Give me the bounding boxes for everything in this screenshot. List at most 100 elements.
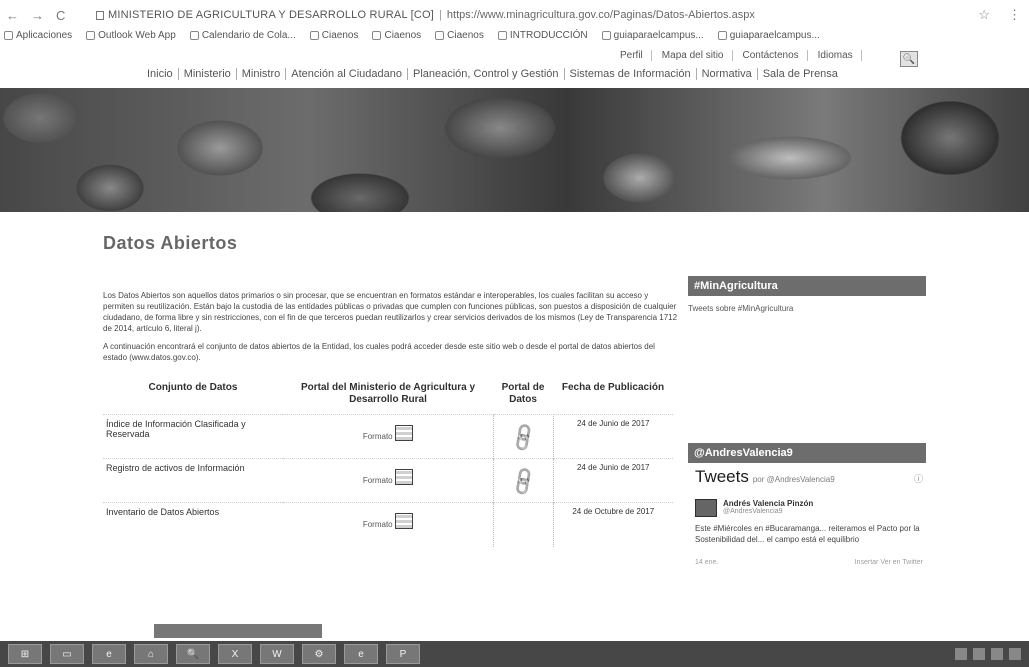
- lock-icon: [96, 10, 104, 20]
- hashtag-header[interactable]: #MinAgricultura: [688, 276, 926, 296]
- tweet-time[interactable]: 14 ene.: [695, 559, 718, 566]
- format-download-link[interactable]: Formato: [283, 414, 493, 459]
- nav-item-prensa[interactable]: Sala de Prensa: [758, 68, 843, 80]
- format-download-link[interactable]: Formato: [283, 458, 493, 503]
- start-button[interactable]: ⊞: [8, 644, 42, 664]
- bookmark-icon: [601, 30, 611, 40]
- bookmark-icon: [309, 30, 319, 40]
- bookmark-star-icon[interactable]: ☆: [978, 7, 990, 23]
- portal-cell: [492, 502, 554, 547]
- twitter-timeline: Tweets por @AndresValencia9 ⓘ Andrés Val…: [695, 467, 923, 566]
- tweet-author[interactable]: Andrés Valencia Pinzón: [723, 499, 813, 508]
- publication-date: 24 de Octubre de 2017: [553, 502, 673, 547]
- link-icon[interactable]: 🔗: [506, 464, 541, 499]
- edge-browser-icon[interactable]: e: [344, 644, 378, 664]
- excel-app-icon[interactable]: X: [218, 644, 252, 664]
- search-icon[interactable]: 🔍: [176, 644, 210, 664]
- windows-taskbar: ⊞ ▭ e ⌂ 🔍 X W ⚙ e P: [0, 641, 1029, 667]
- tweet-footer: 14 ene. Insertar Ver en Twitter: [695, 559, 923, 566]
- table-row: Registro de activos de Información Forma…: [103, 458, 673, 503]
- tweets-header: Tweets por @AndresValencia9 ⓘ: [695, 467, 923, 487]
- tweets-by[interactable]: por @AndresValencia9: [753, 475, 835, 484]
- table-row: Índice de Información Clasificada y Rese…: [103, 414, 673, 459]
- nav-item-inicio[interactable]: Inicio: [142, 68, 179, 80]
- bookmark-item[interactable]: Ciaenos: [435, 30, 484, 41]
- tweet-text: Este #Miércoles en #Bucaramanga... reite…: [695, 524, 920, 544]
- top-link-sitemap[interactable]: Mapa del sitio: [662, 50, 733, 61]
- intro-text: Los Datos Abiertos son aquellos datos pr…: [103, 290, 681, 370]
- tray-icon[interactable]: [991, 648, 1003, 660]
- reload-icon[interactable]: C: [56, 8, 65, 23]
- excel-file-icon[interactable]: [394, 513, 413, 529]
- bookmark-icon: [372, 30, 382, 40]
- powerpoint-app-icon[interactable]: P: [386, 644, 420, 664]
- top-link-languages[interactable]: Idiomas: [818, 50, 862, 61]
- bookmark-item[interactable]: Ciaenos: [372, 30, 421, 41]
- link-icon[interactable]: 🔗: [506, 420, 541, 455]
- intro-paragraph: A continuación encontrará el conjunto de…: [103, 342, 655, 362]
- info-icon[interactable]: ⓘ: [914, 472, 923, 485]
- url-text[interactable]: https://www.minagricultura.gov.co/Pagina…: [447, 9, 755, 21]
- open-data-table: Conjunto de Datos Portal del Ministerio …: [103, 382, 673, 547]
- taskbar-app-icon[interactable]: e: [92, 644, 126, 664]
- tray-icon[interactable]: [973, 648, 985, 660]
- bookmark-item[interactable]: Ciaenos: [309, 30, 358, 41]
- word-app-icon[interactable]: W: [260, 644, 294, 664]
- nav-item-normativa[interactable]: Normativa: [697, 68, 758, 80]
- bookmark-icon: [435, 30, 445, 40]
- column-header: Conjunto de Datos: [148, 382, 238, 393]
- column-header: Fecha de Publicación: [561, 382, 665, 393]
- tweet-handle[interactable]: @AndresValencia9: [723, 508, 813, 515]
- bookmark-item[interactable]: INTRODUCCIÓN: [497, 30, 588, 41]
- tray-icon[interactable]: [1009, 648, 1021, 660]
- tweets-title: Tweets: [695, 467, 749, 486]
- nav-item-atencion[interactable]: Atención al Ciudadano: [286, 68, 408, 80]
- browser-actions: ☆ ⋮: [978, 7, 1029, 23]
- publication-date: 24 de Junio de 2017: [553, 414, 673, 459]
- bookmark-item[interactable]: Aplicaciones: [4, 30, 72, 41]
- excel-file-icon[interactable]: [394, 425, 413, 441]
- column-header: Portal de Datos: [501, 382, 545, 405]
- tweet-embed-links[interactable]: Insertar Ver en Twitter: [855, 559, 923, 566]
- browser-nav-buttons: ← → C: [0, 8, 82, 23]
- dataset-name: Índice de Información Clasificada y Rese…: [103, 414, 283, 459]
- format-label: Formato: [362, 520, 393, 529]
- tweet-item[interactable]: Andrés Valencia Pinzón @AndresValencia9: [695, 499, 923, 517]
- intro-paragraph: Los Datos Abiertos son aquellos datos pr…: [103, 291, 678, 333]
- hashtag-subtitle[interactable]: Tweets sobre #MinAgricultura: [688, 304, 793, 313]
- nav-item-sistemas[interactable]: Sistemas de Información: [565, 68, 697, 80]
- dataset-name: Inventario de Datos Abiertos: [103, 502, 283, 547]
- table-row: Inventario de Datos Abiertos Formato 24 …: [103, 502, 673, 547]
- taskbar-app-icon[interactable]: ⌂: [134, 644, 168, 664]
- settings-app-icon[interactable]: ⚙: [302, 644, 336, 664]
- top-link-perfil[interactable]: Perfil: [620, 50, 652, 61]
- bookmark-icon: [189, 30, 199, 40]
- bookmark-item[interactable]: guiaparaelcampus...: [717, 30, 820, 41]
- bookmark-item[interactable]: Outlook Web App: [86, 30, 176, 41]
- column-header: Portal del Ministerio de Agricultura y D…: [300, 382, 476, 405]
- bookmark-item[interactable]: guiaparaelcampus...: [601, 30, 704, 41]
- nav-item-ministerio[interactable]: Ministerio: [179, 68, 237, 80]
- forward-icon[interactable]: →: [31, 8, 44, 23]
- nav-item-ministro[interactable]: Ministro: [237, 68, 287, 80]
- nav-item-planeacion[interactable]: Planeación, Control y Gestión: [408, 68, 565, 80]
- task-view-button[interactable]: ▭: [50, 644, 84, 664]
- format-label: Formato: [362, 476, 393, 485]
- hero-banner-image: [0, 88, 1029, 212]
- top-link-contact[interactable]: Contáctenos: [743, 50, 808, 61]
- excel-file-icon[interactable]: [394, 469, 413, 485]
- avatar[interactable]: [695, 499, 717, 517]
- search-icon[interactable]: 🔍: [900, 51, 918, 67]
- site-top-links: Perfil Mapa del sitio Contáctenos Idioma…: [620, 50, 862, 61]
- bookmark-item[interactable]: Calendario de Cola...: [189, 30, 296, 41]
- site-identity[interactable]: MINISTERIO DE AGRICULTURA Y DESARROLLO R…: [108, 9, 434, 21]
- footer-tab: [154, 624, 322, 638]
- format-download-link[interactable]: Formato: [283, 502, 493, 547]
- url-separator: |: [439, 9, 442, 21]
- menu-icon[interactable]: ⋮: [1008, 7, 1021, 23]
- back-icon[interactable]: ←: [6, 8, 19, 23]
- tray-icon[interactable]: [955, 648, 967, 660]
- bookmark-icon: [717, 30, 727, 40]
- portal-cell: 🔗: [492, 458, 554, 503]
- handle-header[interactable]: @AndresValencia9: [688, 443, 926, 463]
